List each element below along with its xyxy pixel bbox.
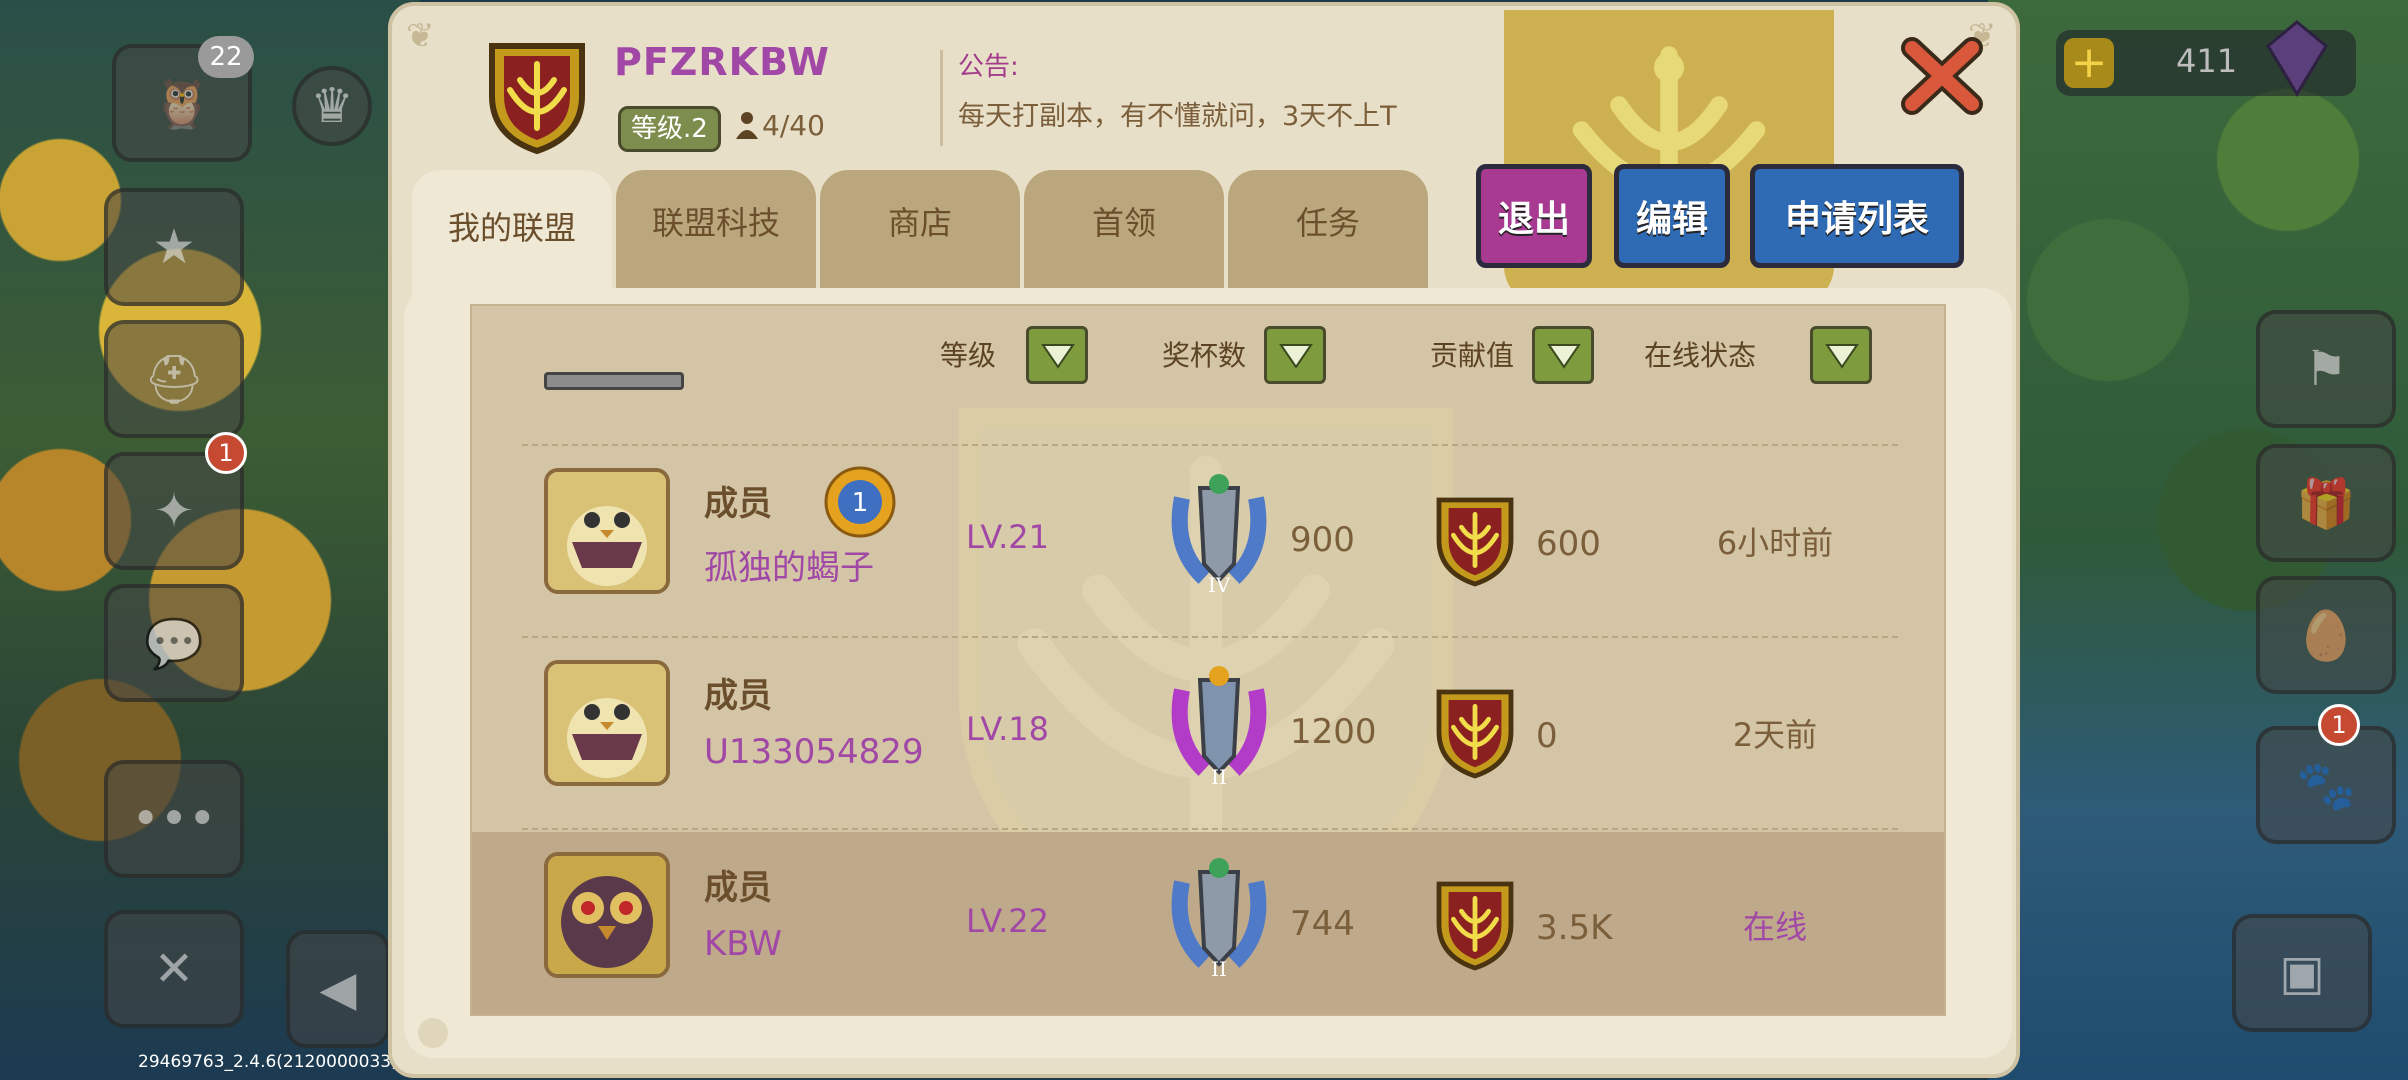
contribution-shield-icon (1436, 689, 1514, 779)
notification-count-badge: 22 (198, 36, 254, 78)
notice-divider (940, 50, 943, 146)
member-list[interactable]: 等级 奖杯数 贡献值 在线状态 成员 1 孤独的蝎子 LV.21 IV 900 … (470, 304, 1946, 1016)
member-contribution: 3.5K (1536, 908, 1613, 948)
scrolled-item-fragment (544, 372, 684, 390)
trophy-tier-label: II (1211, 765, 1227, 789)
member-name: U133054829 (704, 732, 924, 772)
edit-button[interactable]: 编辑 (1614, 164, 1730, 268)
banner-icon[interactable]: ⚑ (2256, 310, 2396, 428)
member-name: 孤独的蝎子 (704, 548, 874, 588)
row-divider (522, 444, 1898, 446)
chevron-down-icon (1547, 344, 1581, 369)
member-role: 成员 (704, 676, 772, 716)
member-trophies: 1200 (1290, 712, 1377, 752)
tab-shop[interactable]: 商店 (820, 170, 1020, 292)
rank-medal-icon: 1 (824, 466, 896, 538)
member-name: KBW (704, 924, 783, 964)
member-row[interactable]: 成员 1 孤独的蝎子 LV.21 IV 900 600 6小时前 (472, 448, 1944, 634)
member-contribution: 0 (1536, 716, 1558, 756)
member-online-status: 在线 (1742, 908, 1807, 946)
notice-body: 每天打副本，有不懂就问，3天不上T (958, 101, 1397, 132)
member-row[interactable]: 成员 U133054829 LV.18 II 1200 0 2天前 (472, 640, 1944, 826)
trophy-tier-icon: IV (1171, 474, 1267, 597)
apply-list-button[interactable]: 申请列表 (1750, 164, 1964, 268)
trophy-tier-label: II (1211, 957, 1227, 981)
gold-amount: 411 (2176, 42, 2238, 80)
contribution-sort-dropdown[interactable] (1532, 326, 1594, 384)
member-count-value: 4/40 (762, 109, 825, 142)
close-icon[interactable] (1900, 36, 1984, 116)
guild-name: PFZRKBW (614, 40, 830, 84)
egg-icon[interactable]: 🥚 (2256, 576, 2396, 694)
contribution-shield-icon (1436, 881, 1514, 971)
treasure-chest-icon[interactable]: ▣ (2232, 914, 2372, 1032)
owl-avatar-icon (548, 472, 666, 590)
member-panel: 等级 奖杯数 贡献值 在线状态 成员 1 孤独的蝎子 LV.21 IV 900 … (404, 288, 2012, 1058)
back-arrow-icon[interactable]: ◀ (286, 930, 390, 1048)
member-online-status: 6小时前 (1716, 524, 1834, 562)
rank-medal-number: 1 (852, 488, 869, 518)
trophy-tier-label: IV (1208, 573, 1231, 597)
spellbook-badge: 1 (205, 432, 247, 474)
gift-icon[interactable]: 🎁 (2256, 444, 2396, 562)
tab-my-alliance[interactable]: 我的联盟 (412, 170, 612, 302)
chevron-down-icon (1041, 344, 1075, 369)
chevron-down-icon (1825, 344, 1859, 369)
owl-avatar-icon (548, 664, 666, 782)
crown-icon[interactable]: ♛ (292, 66, 372, 146)
notice-title: 公告: (958, 52, 1019, 82)
pet-nest-icon[interactable]: 🐾 (2256, 726, 2396, 844)
chat-icon[interactable]: 💬 (104, 584, 244, 702)
member-level: LV.18 (966, 710, 1049, 748)
panel-corner-dot (418, 1018, 448, 1048)
tab-alliance-tech[interactable]: 联盟科技 (616, 170, 816, 292)
member-row-self[interactable]: 成员 KBW LV.22 II 744 3.5K 在线 (472, 832, 1944, 1014)
tab-tasks[interactable]: 任务 (1228, 170, 1428, 292)
add-gold-icon[interactable]: + (2064, 38, 2114, 88)
member-online-status: 2天前 (1732, 716, 1818, 754)
guild-level-badge: 等级.2 (618, 106, 721, 152)
member-contribution: 600 (1536, 524, 1601, 564)
member-level: LV.21 (966, 518, 1049, 556)
trophy-tier-icon: II (1171, 666, 1267, 789)
level-sort-dropdown[interactable] (1026, 326, 1088, 384)
col-header-online-status: 在线状态 (1644, 339, 1757, 372)
online-status-sort-dropdown[interactable] (1810, 326, 1872, 384)
exit-button[interactable]: 退出 (1476, 164, 1592, 268)
trophies-sort-dropdown[interactable] (1264, 326, 1326, 384)
member-role: 成员 (704, 484, 772, 524)
member-avatar[interactable] (544, 468, 670, 594)
tab-boss[interactable]: 首领 (1024, 170, 1224, 292)
guild-dialog: ❦ ❦ PFZRKBW 等级.2 4/40 公告: 每天打副本，有不懂就问，3天… (388, 2, 2020, 1078)
member-avatar[interactable] (544, 660, 670, 786)
member-trophies: 900 (1290, 520, 1355, 560)
col-header-level: 等级 (940, 339, 997, 372)
pet-nest-badge: 1 (2318, 704, 2360, 746)
col-header-contribution: 贡献值 (1430, 339, 1515, 372)
more-icon[interactable]: ••• (104, 760, 244, 878)
member-avatar[interactable] (544, 852, 670, 978)
row-divider (522, 636, 1898, 638)
member-trophies: 744 (1290, 904, 1355, 944)
trophy-tier-icon: II (1171, 858, 1267, 981)
row-divider (522, 828, 1898, 830)
col-header-trophies: 奖杯数 (1162, 339, 1247, 372)
member-role: 成员 (704, 868, 772, 908)
member-level: LV.22 (966, 902, 1049, 940)
gem-icon[interactable] (2262, 18, 2332, 98)
person-icon (736, 112, 758, 139)
map-scroll-icon[interactable]: ✕ (104, 910, 244, 1028)
corner-ornament: ❦ (406, 16, 435, 56)
dark-owl-avatar-icon (548, 856, 666, 974)
knight-helmet-icon[interactable]: ⛑ (104, 320, 244, 438)
chevron-down-icon (1279, 344, 1313, 369)
star-icon[interactable]: ★ (104, 188, 244, 306)
contribution-shield-icon (1436, 497, 1514, 587)
member-count: 4/40 (736, 106, 825, 146)
guild-shield-icon (489, 43, 585, 155)
